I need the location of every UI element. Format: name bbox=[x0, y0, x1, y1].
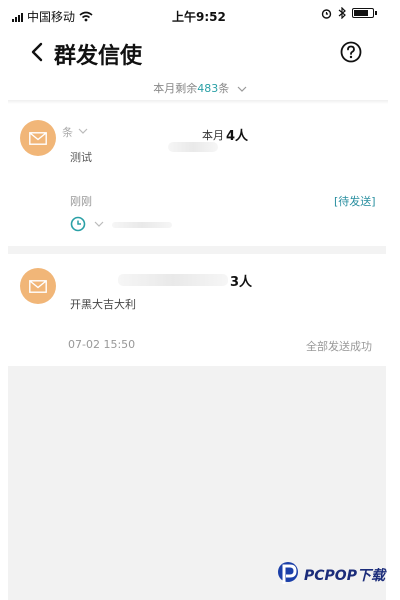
alarm-icon bbox=[321, 8, 332, 19]
card-separator bbox=[8, 246, 386, 254]
chevron-down-icon[interactable] bbox=[94, 221, 104, 227]
watermark: PCPOP下载 bbox=[276, 560, 385, 590]
message-time: 07-02 15:50 bbox=[68, 338, 136, 351]
message-card[interactable]: 条 本月 4人 测试 刚刚 [待发送] bbox=[8, 104, 386, 246]
quota-number: 483 bbox=[197, 82, 219, 95]
carrier-label: 中国移动 bbox=[27, 10, 76, 24]
help-icon[interactable] bbox=[340, 41, 362, 63]
quota-prefix: 本月剩余 bbox=[153, 82, 198, 95]
bluetooth-icon bbox=[338, 7, 346, 19]
sender-prefix: 条 bbox=[62, 126, 73, 139]
clock-icon[interactable] bbox=[70, 216, 86, 232]
month-label: 本月 bbox=[202, 129, 224, 142]
message-card[interactable]: 3人 开黑大吉大利 07-02 15:50 全部发送成功 bbox=[8, 254, 386, 366]
status-badge: 全部发送成功 bbox=[306, 340, 372, 353]
schedule-placeholder bbox=[112, 222, 172, 228]
message-time: 刚刚 bbox=[70, 195, 92, 208]
recipient-count: 3人 bbox=[230, 275, 253, 290]
page-title: 群发信使 bbox=[54, 44, 143, 69]
recipient-names bbox=[118, 274, 228, 286]
watermark-text: PCPOP下载 bbox=[304, 568, 385, 584]
status-right bbox=[321, 7, 377, 19]
recipient-count: 4人 bbox=[226, 129, 249, 144]
mail-icon bbox=[29, 279, 47, 293]
nav-bar: 群发信使 bbox=[0, 30, 400, 76]
chevron-down-icon bbox=[78, 128, 88, 134]
status-bar: 中国移动 上午9:52 bbox=[0, 0, 400, 30]
status-time: 上午9:52 bbox=[172, 10, 226, 24]
avatar bbox=[20, 268, 56, 304]
pcpop-logo-icon bbox=[278, 562, 298, 584]
avatar bbox=[20, 120, 56, 156]
wifi-icon bbox=[79, 11, 93, 22]
chevron-down-icon bbox=[237, 86, 247, 92]
quota-suffix: 条 bbox=[218, 82, 230, 95]
message-content: 测试 bbox=[70, 151, 92, 164]
status-badge: [待发送] bbox=[334, 195, 376, 208]
recipient-names bbox=[168, 142, 218, 152]
back-icon[interactable] bbox=[26, 40, 48, 64]
message-content: 开黑大吉大利 bbox=[70, 298, 136, 311]
mail-icon bbox=[29, 131, 47, 145]
monthly-quota[interactable]: 本月剩余483条 bbox=[0, 80, 400, 96]
status-left: 中国移动 bbox=[12, 8, 93, 25]
signal-icon bbox=[12, 12, 23, 22]
battery-icon bbox=[352, 8, 377, 18]
